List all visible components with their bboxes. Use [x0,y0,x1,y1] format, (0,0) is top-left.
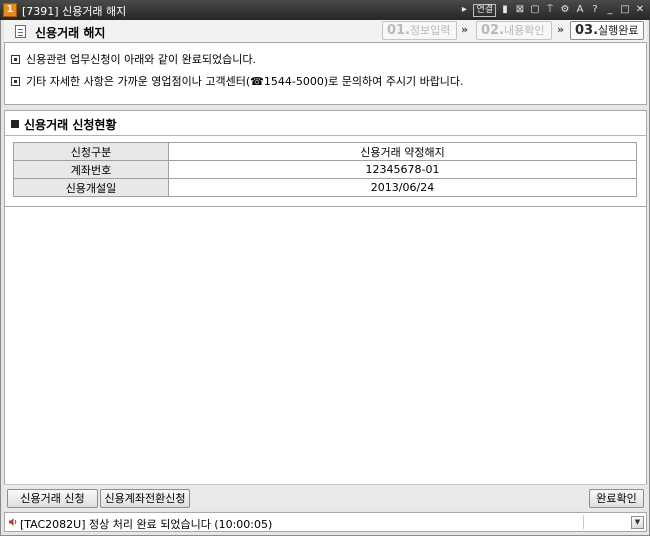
step-label: 실행완료 [598,24,639,37]
pin-icon[interactable]: ▮ [499,3,511,17]
credit-status-section: 신용거래 신청현황 신청구분 신용거래 약정해지 계좌번호 12345678-0… [4,110,647,207]
step-separator-icon: » [557,23,565,36]
step-label: 내용확인 [504,24,545,37]
notice-line: 신용관련 업무신청이 아래와 같이 완료되었습니다. [11,51,256,67]
always-on-top-icon[interactable]: ⍑ [544,3,556,17]
document-icon [15,25,26,38]
grid-icon[interactable]: ⊠ [514,3,526,17]
row-label: 계좌번호 [13,160,169,179]
button-bar: 신용거래 신청 신용계좌전환신청 완료확인 [4,484,647,510]
row-value: 12345678-01 [168,160,637,179]
row-label: 신용개설일 [13,178,169,197]
notice-box: 신용관련 업무신청이 아래와 같이 완료되었습니다. 기타 자세한 사항은 가까… [4,42,647,105]
status-table: 신청구분 신용거래 약정해지 계좌번호 12345678-01 신용개설일 20… [13,142,637,197]
step-info-input: 01.정보입력 [382,21,457,40]
step-content-check: 02.내용확인 [476,21,552,40]
credit-apply-button[interactable]: 신용거래 신청 [7,489,98,508]
window-number-badge: 1 [3,3,17,17]
status-message: [TAC2082U] 정상 처리 완료 되었습니다 (10:00:05) [20,518,273,531]
status-bar: [TAC2082U] 정상 처리 완료 되었습니다 (10:00:05) ▼ [4,512,647,532]
help-button[interactable]: ? [589,3,601,17]
arrow-icon[interactable]: ▸ [458,3,470,17]
chevron-down-icon[interactable]: ▼ [631,516,644,529]
table-row: 계좌번호 12345678-01 [13,160,637,179]
window-frame: 신용거래 해지 01.정보입력 » 02.내용확인 » 03.실행완료 신용관련… [0,20,650,536]
step-number: 02. [481,23,505,38]
square-bullet-icon [11,120,19,128]
confirm-complete-button[interactable]: 완료확인 [589,489,644,508]
bullet-icon [11,55,20,64]
link-button[interactable]: 연결 [473,3,496,17]
window-title: [7391] 신용거래 해지 [22,5,127,18]
row-value: 2013/06/24 [168,178,637,197]
divider [5,135,646,136]
speaker-icon [9,518,17,526]
page-title: 신용거래 해지 [35,26,106,40]
section-title: 신용거래 신청현황 [11,116,117,133]
step-label: 정보입력 [410,24,451,37]
content-area [4,207,647,484]
copy-icon[interactable]: ▢ [529,3,541,17]
section-title-text: 신용거래 신청현황 [24,118,117,132]
step-number: 01. [387,23,411,38]
step-separator-icon: » [461,23,469,36]
row-value: 신용거래 약정해지 [168,142,637,161]
credit-account-convert-button[interactable]: 신용계좌전환신청 [100,489,190,508]
table-row: 신용개설일 2013/06/24 [13,178,637,197]
font-size-button[interactable]: A [574,3,586,17]
notice-text: 신용관련 업무신청이 아래와 같이 완료되었습니다. [26,53,257,66]
bullet-icon [11,77,20,86]
divider [583,515,584,529]
title-bar: 1 [7391] 신용거래 해지 ▸ 연결 ▮ ⊠ ▢ ⍑ ⚙ A ? _ □ … [0,0,650,20]
page-header: 신용거래 해지 01.정보입력 » 02.내용확인 » 03.실행완료 [4,20,647,42]
title-bar-controls: ▸ 연결 ▮ ⊠ ▢ ⍑ ⚙ A ? _ □ ✕ [458,2,646,18]
notice-line: 기타 자세한 사항은 가까운 영업점이나 고객센터(☎1544-5000)로 문… [11,73,464,89]
table-row: 신청구분 신용거래 약정해지 [13,142,637,161]
row-label: 신청구분 [13,142,169,161]
step-execution-complete: 03.실행완료 [570,21,644,40]
settings-icon[interactable]: ⚙ [559,3,571,17]
minimize-button[interactable]: _ [604,3,616,17]
maximize-button[interactable]: □ [619,3,631,17]
close-button[interactable]: ✕ [634,3,646,17]
notice-text: 기타 자세한 사항은 가까운 영업점이나 고객센터(☎1544-5000)로 문… [26,75,464,88]
step-number: 03. [575,23,599,38]
